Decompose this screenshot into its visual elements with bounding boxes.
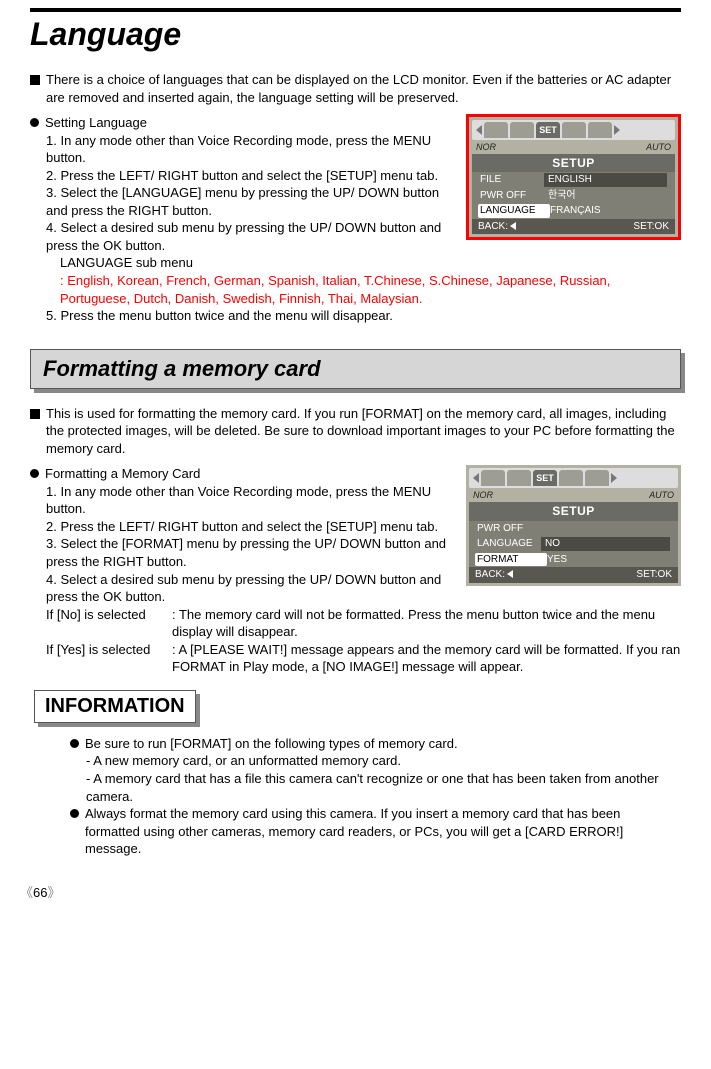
page-title: Language — [30, 8, 681, 53]
fmt-step-4: 4. Select a desired sub menu by pressing… — [46, 571, 470, 606]
lcd-tab-row: SET — [472, 120, 675, 140]
info-bullet-1: Be sure to run [FORMAT] on the following… — [70, 735, 671, 753]
lcd-setup-title: SETUP — [469, 502, 678, 520]
lcd-row-korean: 한국어 — [548, 189, 667, 203]
info-b2-text: Always format the memory card using this… — [85, 805, 671, 858]
lcd-row-empty — [545, 522, 670, 536]
lcd-tab-icon — [484, 122, 508, 138]
fmt-step-2: 2. Press the LEFT/ RIGHT button and sele… — [46, 518, 470, 536]
lcd-arrow-left-icon — [473, 473, 479, 483]
intro-format-text: This is used for formatting the memory c… — [46, 405, 681, 458]
lang-step-5: 5. Press the menu button twice and the m… — [46, 307, 681, 325]
lcd-nor: NOR — [473, 489, 493, 501]
lcd-setup-title: SETUP — [472, 154, 675, 172]
lcd-setok: SET:OK — [633, 220, 669, 234]
lang-step-2: 2. Press the LEFT/ RIGHT button and sele… — [46, 167, 450, 185]
lcd-row-pwroff: PWR OFF — [477, 522, 545, 536]
lcd-tab-setup: SET — [533, 470, 557, 486]
lcd-arrow-right-icon — [614, 125, 620, 135]
info-bullet-2: Always format the memory card using this… — [70, 805, 671, 858]
lang-step-1: 1. In any mode other than Voice Recordin… — [46, 132, 450, 167]
lcd-arrow-left-icon — [476, 125, 482, 135]
if-no-label: If [No] is selected — [46, 606, 172, 641]
lang-submenu-label: LANGUAGE sub menu — [46, 254, 681, 272]
lcd-row-francais: FRANÇAIS — [550, 204, 667, 218]
lcd-tab-icon — [559, 470, 583, 486]
lcd-row-format: FORMAT — [475, 553, 547, 567]
formatting-card-heading: Formatting a Memory Card — [30, 465, 470, 483]
lcd-tab-icon — [562, 122, 586, 138]
lang-step-3: 3. Select the [LANGUAGE] menu by pressin… — [46, 184, 450, 219]
setting-language-text: Setting Language — [45, 114, 147, 132]
information-title: INFORMATION — [34, 690, 196, 723]
lcd-row-file: FILE — [480, 173, 548, 187]
lcd-tab-icon — [585, 470, 609, 486]
page-number: 66 — [0, 878, 711, 909]
info-b1b: - A memory card that has a file this cam… — [70, 770, 671, 805]
if-yes-label: If [Yes] is selected — [46, 641, 172, 676]
lcd-format-screenshot: SET NOR AUTO SETUP PWR OFF — [466, 465, 681, 585]
lcd-tab-setup: SET — [536, 122, 560, 138]
lcd-auto: AUTO — [646, 141, 671, 153]
triangle-left-icon — [507, 570, 513, 578]
lcd-language-screenshot: SET NOR AUTO SETUP FILE ENGLISH — [466, 114, 681, 240]
lcd-back: BACK: — [475, 569, 505, 580]
lang-step-4: 4. Select a desired sub menu by pressing… — [46, 219, 450, 254]
section-format-title: Formatting a memory card — [30, 349, 681, 389]
fmt-step-3: 3. Select the [FORMAT] menu by pressing … — [46, 535, 470, 570]
lcd-tab-icon — [588, 122, 612, 138]
lcd-row-english: ENGLISH — [544, 173, 667, 187]
if-yes-text: : A [PLEASE WAIT!] message appears and t… — [172, 641, 681, 676]
setting-language-heading: Setting Language — [30, 114, 450, 132]
lcd-tab-icon — [481, 470, 505, 486]
lang-submenu-list: : English, Korean, French, German, Spani… — [46, 272, 681, 307]
triangle-left-icon — [510, 222, 516, 230]
lcd-row-no: NO — [541, 537, 670, 551]
lcd-nor: NOR — [476, 141, 496, 153]
lcd-row-language: LANGUAGE — [478, 204, 550, 218]
lcd-tab-icon — [510, 122, 534, 138]
formatting-card-text: Formatting a Memory Card — [45, 465, 200, 483]
lcd-tab-icon — [507, 470, 531, 486]
intro-language: There is a choice of languages that can … — [30, 71, 681, 106]
info-b1-text: Be sure to run [FORMAT] on the following… — [85, 735, 458, 753]
fmt-step-1: 1. In any mode other than Voice Recordin… — [46, 483, 470, 518]
lcd-row-pwroff: PWR OFF — [480, 189, 548, 203]
lcd-setok: SET:OK — [636, 568, 672, 582]
intro-language-text: There is a choice of languages that can … — [46, 71, 681, 106]
lcd-auto: AUTO — [649, 489, 674, 501]
info-b1a: - A new memory card, or an unformatted m… — [70, 752, 671, 770]
lcd-back: BACK: — [478, 221, 508, 232]
lcd-arrow-right-icon — [611, 473, 617, 483]
lcd-tab-row: SET — [469, 468, 678, 488]
lcd-row-language: LANGUAGE — [477, 537, 545, 551]
lcd-row-yes: YES — [547, 553, 670, 567]
if-no-text: : The memory card will not be formatted.… — [172, 606, 681, 641]
intro-format: This is used for formatting the memory c… — [30, 405, 681, 458]
